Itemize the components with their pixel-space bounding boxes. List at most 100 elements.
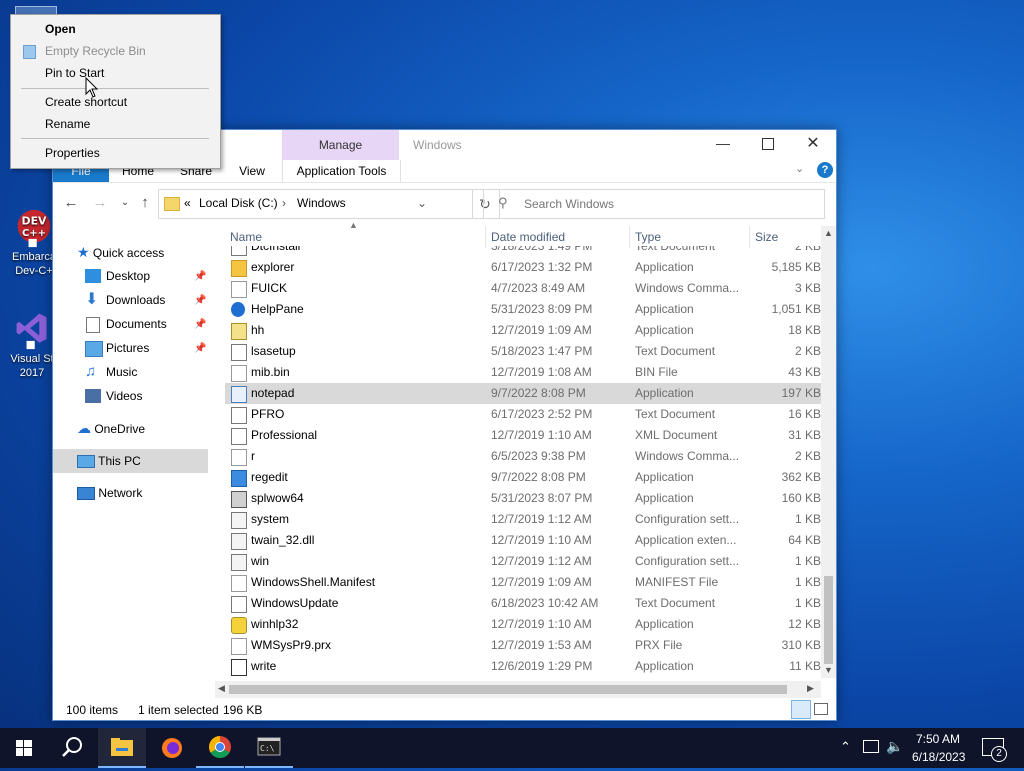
nav-quick-access[interactable]: ★ Quick access [77,241,164,263]
vertical-scroll-thumb[interactable] [824,576,833,664]
scroll-down-arrow-icon[interactable]: ▼ [824,665,833,675]
breadcrumb-overflow[interactable]: « [184,196,191,210]
column-divider[interactable] [629,226,630,248]
nav-pictures[interactable]: Pictures [83,337,149,359]
taskbar-chrome[interactable] [196,728,244,768]
horizontal-scroll-thumb[interactable] [229,685,787,694]
file-row[interactable]: winhlp32 12/7/2019 1:10 AM Application 12 K… [225,614,821,635]
file-type: Application [635,470,694,484]
file-row[interactable]: WindowsShell.Manifest 12/7/2019 1:09 AM MA… [225,572,821,593]
file-row[interactable]: FUICK 4/7/2023 8:49 AM Windows Comma... 3 K… [225,278,821,299]
file-row[interactable]: system 12/7/2019 1:12 AM Configuration set… [225,509,821,530]
nav-desktop[interactable]: Desktop [83,265,150,287]
recent-locations-chevron-icon[interactable]: ⌄ [116,194,134,212]
menu-item-rename[interactable]: Rename [45,113,90,135]
nav-videos[interactable]: Videos [83,385,142,407]
file-row[interactable]: r 6/5/2023 9:38 PM Windows Comma... 2 KB [225,446,821,467]
file-row[interactable]: regedit 9/7/2022 8:08 PM Application 362 KB [225,467,821,488]
search-input[interactable]: Search Windows [524,197,614,211]
file-row[interactable]: write 12/6/2019 1:29 PM Application 11 KB [225,656,821,677]
tab-application-tools[interactable]: Application Tools [282,160,401,182]
help-icon[interactable]: ? [817,162,833,178]
nav-onedrive[interactable]: ☁ OneDrive [77,417,145,439]
up-button[interactable]: ↑ [136,194,154,212]
file-size: 1 KB [794,575,821,589]
clock-time[interactable]: 7:50 AM [916,732,960,746]
menu-item-open[interactable]: Open [45,18,76,40]
recycle-bin-icon [23,45,36,59]
manage-context-tab[interactable]: Manage [282,130,399,160]
column-header-name[interactable]: Name [230,230,262,244]
tray-chevron-icon[interactable]: ⌃ [840,739,851,755]
file-row[interactable]: PFRO 6/17/2023 2:52 PM Text Document 16 KB [225,404,821,425]
close-button[interactable]: ✕ [798,133,828,155]
start-button[interactable] [0,728,48,768]
vertical-scrollbar[interactable]: ▲ ▼ [821,226,836,678]
scroll-left-arrow-icon[interactable]: ◀ [218,683,225,694]
menu-separator [21,88,209,89]
taskbar-terminal[interactable]: C:\ [245,728,293,768]
large-icons-view-button[interactable] [814,703,828,715]
back-button[interactable]: ← [62,194,80,212]
file-row[interactable]: twain_32.dll 12/7/2019 1:10 AM Application… [225,530,821,551]
search-button[interactable] [48,728,96,768]
clock-date[interactable]: 6/18/2023 [912,750,965,764]
volume-muted-icon[interactable]: 🔈 [886,738,903,755]
file-row[interactable]: notepad 9/7/2022 8:08 PM Application 197 KB [225,383,821,404]
network-tray-icon[interactable] [863,740,879,753]
file-size: 64 KB [788,533,821,547]
menu-item-empty-recycle-bin[interactable]: Empty Recycle Bin [45,40,146,62]
taskbar-file-explorer[interactable] [98,728,146,768]
file-row[interactable]: explorer 6/17/2023 1:32 PM Application 5,18… [225,257,821,278]
maximize-button[interactable] [753,135,783,155]
file-row[interactable]: Professional 12/7/2019 1:10 AM XML Documen… [225,425,821,446]
file-size: 31 KB [788,428,821,442]
file-row[interactable]: DtcInstall 3/18/2023 1:49 PM Text Document… [225,246,821,257]
file-row[interactable]: mib.bin 12/7/2019 1:08 AM BIN File 43 KB [225,362,821,383]
column-header-type[interactable]: Type [635,230,661,244]
taskbar-firefox[interactable] [148,728,196,768]
file-name: WindowsUpdate [251,596,339,610]
minimize-button[interactable]: — [708,135,738,155]
nav-label: Videos [106,389,143,403]
search-box[interactable]: ⚲ Search Windows [483,189,825,219]
address-bar[interactable]: « Local Disk (C:) › Windows ⌄ [158,189,473,219]
scroll-right-arrow-icon[interactable]: ▶ [807,683,814,694]
file-row[interactable]: lsasetup 5/18/2023 1:47 PM Text Document 2 … [225,341,821,362]
maximize-icon [762,138,774,150]
nav-documents[interactable]: Documents [83,313,167,335]
file-row[interactable]: WMSysPr9.prx 12/7/2019 1:53 AM PRX File 310… [225,635,821,656]
file-row[interactable]: HelpPane 5/31/2023 8:09 PM Application 1,05… [225,299,821,320]
file-name: Professional [251,428,318,442]
file-name: notepad [251,386,295,400]
file-type: Application [635,659,694,673]
printer-icon [231,491,247,508]
file-row[interactable]: win 12/7/2019 1:12 AM Configuration sett..… [225,551,821,572]
pin-icon: 📌 [194,319,207,330]
breadcrumb-local-disk[interactable]: Local Disk (C:) [199,196,278,210]
tab-view[interactable]: View [227,160,277,182]
nav-this-pc[interactable]: This PC [77,450,141,472]
forward-button[interactable]: → [91,194,109,212]
column-header-date[interactable]: Date modified [491,230,565,244]
details-view-button[interactable] [791,700,811,719]
column-divider[interactable] [749,226,750,248]
nav-music[interactable]: ♫ Music [83,361,137,383]
file-row[interactable]: WindowsUpdate 6/18/2023 10:42 AM Text Docu… [225,593,821,614]
column-divider[interactable] [485,226,486,248]
nav-network[interactable]: Network [77,482,142,504]
file-date-modified: 12/7/2019 1:09 AM [491,575,592,589]
file-name: regedit [251,470,288,484]
nav-downloads[interactable]: ⬇ Downloads [83,289,165,311]
file-row[interactable]: splwow64 5/31/2023 8:07 PM Application 160 … [225,488,821,509]
ribbon-expand-chevron-icon[interactable]: ⌄ [795,162,804,175]
scroll-up-arrow-icon[interactable]: ▲ [824,228,833,238]
address-dropdown-chevron-icon[interactable]: ⌄ [417,196,427,210]
column-header-size[interactable]: Size [755,230,778,244]
menu-item-properties[interactable]: Properties [45,142,100,164]
config-icon [231,512,247,529]
horizontal-scrollbar[interactable]: ◀ ▶ [215,681,821,698]
file-size: 2 KB [794,246,821,253]
breadcrumb-windows[interactable]: Windows [297,196,346,210]
file-row[interactable]: hh 12/7/2019 1:09 AM Application 18 KB [225,320,821,341]
